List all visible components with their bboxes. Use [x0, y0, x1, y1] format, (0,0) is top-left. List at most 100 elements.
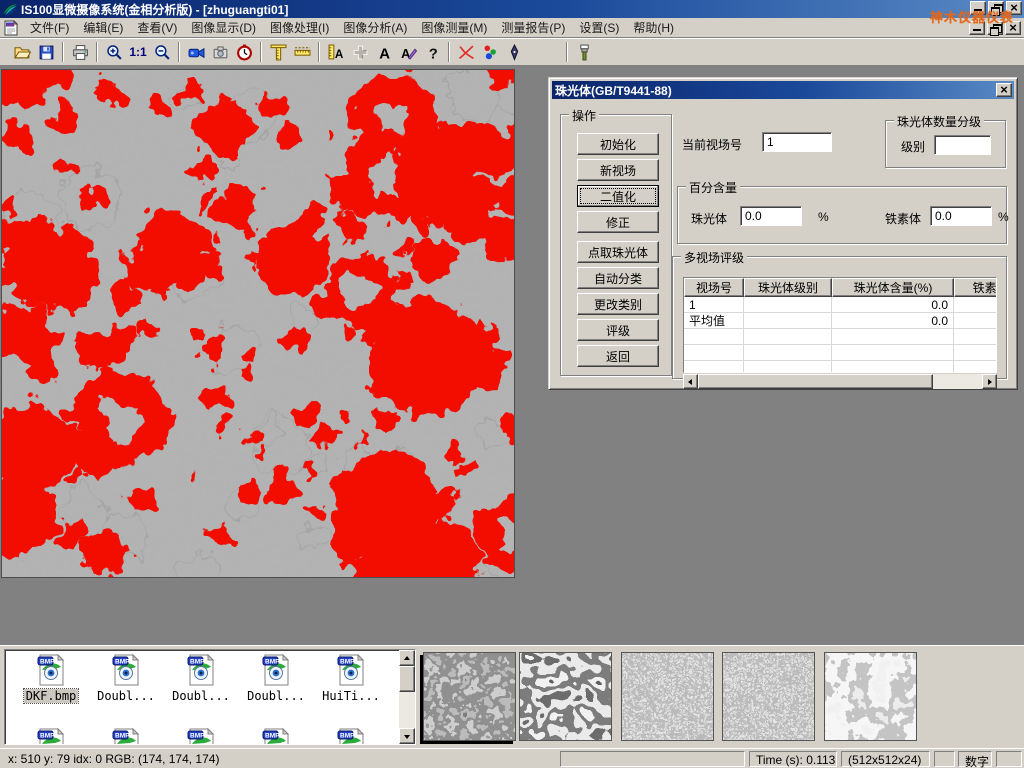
menu-edit[interactable]: 编辑(E) [76, 17, 130, 38]
binarize-button[interactable]: 二值化 [577, 185, 659, 207]
file-name[interactable]: Doubl... [245, 689, 307, 703]
file-item[interactable]: BMP DKF.bmp [15, 654, 87, 703]
change-class-button[interactable]: 更改类别 [577, 293, 659, 315]
table-row [684, 361, 997, 373]
text-icon[interactable]: A [372, 40, 396, 64]
annotate-icon[interactable]: A [396, 40, 420, 64]
metallographic-image[interactable] [1, 69, 515, 578]
help-icon[interactable]: ? [420, 40, 444, 64]
correct-button[interactable]: 修正 [577, 211, 659, 233]
file-list-vscrollbar[interactable] [399, 650, 415, 744]
thumbnail-4[interactable] [722, 652, 815, 741]
file-item[interactable]: BMP Doubl... [240, 654, 312, 703]
vendor-watermark: 神木仪器仪表 [930, 7, 1014, 26]
operations-group-title: 操作 [569, 107, 599, 124]
file-item[interactable]: BMP [90, 728, 162, 745]
col-field-number[interactable]: 视场号 [684, 278, 744, 297]
initialize-button[interactable]: 初始化 [577, 133, 659, 155]
svg-text:A: A [379, 46, 390, 61]
scroll-left-button[interactable] [683, 374, 698, 389]
col-pearlite-level[interactable]: 珠光体级别 [744, 278, 832, 297]
file-item[interactable]: BMP [315, 728, 387, 745]
level-input[interactable] [934, 135, 991, 155]
multi-field-group-title: 多视场评级 [681, 249, 747, 266]
classify-points-icon[interactable] [478, 40, 502, 64]
menu-help[interactable]: 帮助(H) [626, 17, 681, 38]
svg-text:BMP: BMP [190, 733, 205, 740]
scroll-up-button[interactable] [399, 650, 415, 666]
zoom-out-icon[interactable] [150, 40, 174, 64]
calibrate-text-icon[interactable]: A [324, 40, 348, 64]
video-camera-icon[interactable] [184, 40, 208, 64]
zoom-in-icon[interactable] [102, 40, 126, 64]
file-name[interactable]: DKF.bmp [24, 689, 79, 703]
pen-icon[interactable] [502, 40, 526, 64]
auto-classify-button[interactable]: 自动分类 [577, 267, 659, 289]
return-button[interactable]: 返回 [577, 345, 659, 367]
col-pearlite-content[interactable]: 珠光体含量(%) [832, 278, 954, 297]
table-hscrollbar[interactable] [683, 374, 997, 389]
print-icon[interactable] [68, 40, 92, 64]
open-icon[interactable] [10, 40, 34, 64]
pick-pearlite-button[interactable]: 点取珠光体 [577, 241, 659, 263]
menu-image-measure[interactable]: 图像测量(M) [414, 17, 494, 38]
menu-view[interactable]: 查看(V) [130, 17, 184, 38]
file-item[interactable]: BMP [165, 728, 237, 745]
curve-measure-icon[interactable] [454, 40, 478, 64]
caliper-icon[interactable] [266, 40, 290, 64]
file-browser[interactable]: BMP DKF.bmp BMP Doubl... BMP Doubl... BM… [4, 649, 416, 745]
file-item[interactable]: BMP [15, 728, 87, 745]
scroll-down-button[interactable] [399, 728, 415, 744]
dialog-close-button[interactable] [996, 83, 1012, 97]
pearlite-label: 珠光体 [691, 210, 727, 227]
file-name[interactable]: HuiTi... [320, 689, 382, 703]
grading-table[interactable]: 视场号 珠光体级别 珠光体含量(%) 铁素体含量(%) 1 0.0 平均值 0.… [683, 277, 997, 373]
dialog-title-bar[interactable]: 珠光体(GB/T9441-88) [552, 81, 1014, 99]
timer-icon[interactable] [232, 40, 256, 64]
toolbar-separator [62, 42, 64, 62]
file-item[interactable]: BMP HuiTi... [315, 654, 387, 703]
status-panel-empty [934, 751, 955, 767]
svg-text:DOC: DOC [7, 23, 15, 27]
thumbnail-5[interactable] [824, 652, 917, 741]
ferrite-percent-unit: % [998, 210, 1009, 224]
file-item[interactable]: BMP Doubl... [90, 654, 162, 703]
thumbnail-3[interactable] [621, 652, 714, 741]
menu-image-display[interactable]: 图像显示(D) [184, 17, 263, 38]
title-bar[interactable]: IS100显微摄像系统(金相分析版) - [zhuguangti01] [0, 0, 1024, 18]
toolbar-separator [566, 42, 568, 62]
file-name[interactable]: Doubl... [170, 689, 232, 703]
menu-image-processing[interactable]: 图像处理(I) [263, 17, 336, 38]
multi-field-group: 多视场评级 视场号 珠光体级别 珠光体含量(%) 铁素体含量(%) 1 0.0 … [672, 256, 1007, 379]
file-item[interactable]: BMP [240, 728, 312, 745]
svg-text:BMP: BMP [265, 733, 280, 740]
svg-text:BMP: BMP [40, 733, 55, 740]
menu-file[interactable]: 文件(F) [23, 17, 76, 38]
pearlite-percent-input[interactable]: 0.0 [740, 206, 802, 226]
menu-settings[interactable]: 设置(S) [572, 17, 626, 38]
current-field-input[interactable]: 1 [762, 132, 832, 152]
thumbnail-1[interactable] [423, 652, 516, 741]
capture-icon[interactable] [208, 40, 232, 64]
file-item[interactable]: BMP Doubl... [165, 654, 237, 703]
actual-size-icon[interactable]: 1:1 [126, 40, 150, 64]
menu-image-analysis[interactable]: 图像分析(A) [336, 17, 414, 38]
col-ferrite-content[interactable]: 铁素体含量(%) [954, 278, 997, 297]
status-bar: x: 510 y: 79 idx: 0 RGB: (174, 174, 174)… [0, 748, 1024, 768]
brush-icon[interactable] [572, 40, 596, 64]
thumbnail-2[interactable] [519, 652, 612, 741]
hscroll-thumb[interactable] [698, 374, 933, 389]
scroll-right-button[interactable] [982, 374, 997, 389]
grading-group: 珠光体数量分级 级别 [885, 120, 1006, 168]
grade-button[interactable]: 评级 [577, 319, 659, 341]
svg-text:?: ? [428, 46, 437, 61]
file-name[interactable]: Doubl... [95, 689, 157, 703]
save-icon[interactable] [34, 40, 58, 64]
vscroll-thumb[interactable] [399, 666, 415, 692]
menu-measure-report[interactable]: 测量报告(P) [494, 17, 572, 38]
new-field-button[interactable]: 新视场 [577, 159, 659, 181]
crosshair-icon[interactable] [348, 40, 372, 64]
ferrite-percent-input[interactable]: 0.0 [930, 206, 992, 226]
status-image-size: (512x512x24) [841, 751, 930, 767]
ruler-icon[interactable] [290, 40, 314, 64]
